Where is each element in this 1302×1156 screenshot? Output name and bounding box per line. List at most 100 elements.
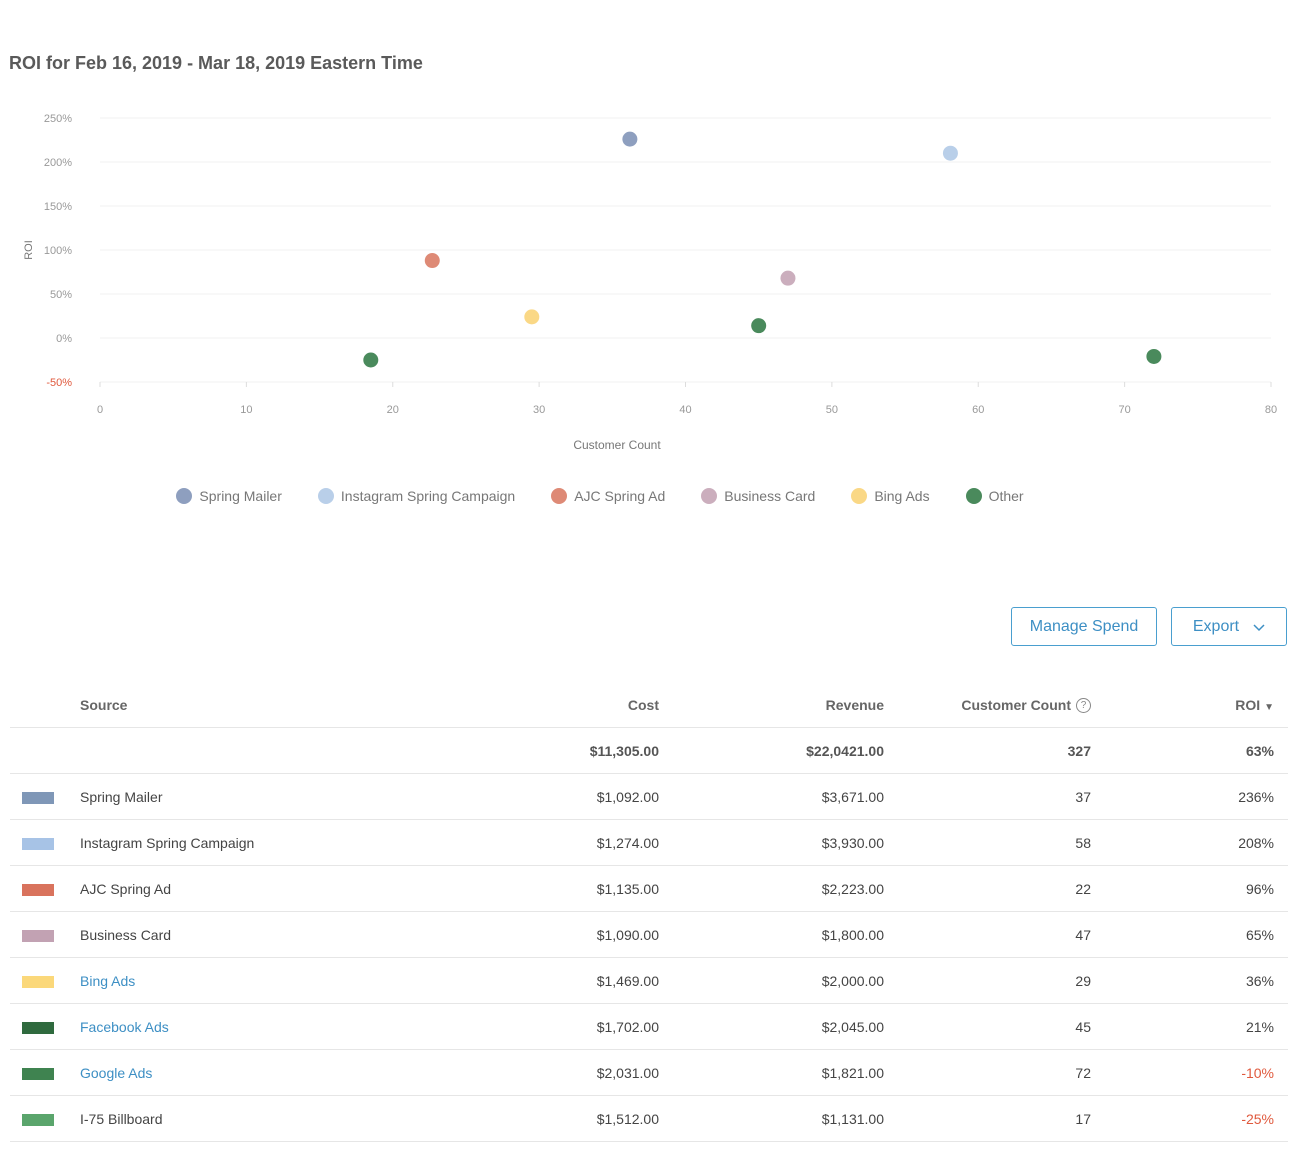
legend-swatch (176, 488, 193, 504)
roi-table: Source Cost Revenue Customer Count? ROI ▼… (10, 683, 1288, 1142)
y-tick-label: 150% (44, 201, 72, 213)
customer-count-cell: 37 (884, 773, 1091, 820)
y-tick-label: 50% (50, 289, 72, 301)
y-tick-label: 0% (56, 333, 72, 345)
x-tick-label: 10 (240, 404, 252, 416)
legend-label: Spring Mailer (199, 488, 282, 504)
x-tick-label: 60 (972, 404, 984, 416)
export-label: Export (1192, 617, 1240, 635)
x-tick-label: 70 (1119, 404, 1131, 416)
color-swatch (22, 883, 54, 896)
source-cell: I-75 Billboard (80, 1095, 529, 1142)
data-point[interactable] (751, 318, 767, 334)
customer-count-header[interactable]: Customer Count? (884, 683, 1091, 728)
source-cell[interactable]: Google Ads (80, 1049, 529, 1096)
roi-cell: 65% (1091, 911, 1288, 958)
table-row: AJC Spring Ad $1,135.00 $2,223.00 22 96% (10, 865, 1288, 912)
table-header-row: Source Cost Revenue Customer Count? ROI ▼ (10, 683, 1288, 728)
revenue-cell: $1,821.00 (659, 1049, 884, 1096)
totals-row: $11,305.00 $22,0421.00 327 63% (10, 727, 1288, 774)
color-swatch (22, 837, 54, 850)
help-icon[interactable]: ? (1076, 698, 1091, 714)
cost-cell: $1,135.00 (529, 865, 659, 912)
roi-cell: 96% (1091, 865, 1288, 912)
cost-cell: $1,092.00 (529, 773, 659, 820)
cost-cell: $1,274.00 (529, 819, 659, 866)
source-cell: Instagram Spring Campaign (80, 819, 529, 866)
customer-count-cell: 22 (884, 865, 1091, 912)
color-swatch (22, 1067, 54, 1080)
export-button[interactable]: Export (1171, 607, 1287, 646)
data-point[interactable] (363, 352, 379, 368)
total-customer-count: 327 (884, 727, 1091, 774)
y-axis-title: ROI (23, 240, 35, 260)
roi-cell: 21% (1091, 1003, 1288, 1050)
revenue-cell: $1,131.00 (659, 1095, 884, 1142)
legend-item[interactable]: AJC Spring Ad (551, 488, 665, 504)
customer-count-cell: 58 (884, 819, 1091, 866)
revenue-cell: $3,671.00 (659, 773, 884, 820)
source-cell[interactable]: Bing Ads (80, 957, 529, 1004)
roi-header[interactable]: ROI ▼ (1091, 683, 1288, 728)
data-point[interactable] (622, 131, 638, 147)
manage-spend-label: Manage Spend (1029, 617, 1139, 635)
table-row: Facebook Ads $1,702.00 $2,045.00 45 21% (10, 1003, 1288, 1050)
source-header[interactable]: Source (80, 683, 529, 728)
customer-count-cell: 17 (884, 1095, 1091, 1142)
cost-cell: $1,512.00 (529, 1095, 659, 1142)
legend-item[interactable]: Bing Ads (851, 488, 930, 504)
source-cell: AJC Spring Ad (80, 865, 529, 912)
revenue-header[interactable]: Revenue (659, 683, 884, 728)
legend-swatch (965, 488, 982, 504)
legend-label: Business Card (724, 488, 816, 504)
legend-item[interactable]: Spring Mailer (176, 488, 282, 504)
legend-item[interactable]: Other (965, 488, 1024, 504)
data-point[interactable] (424, 253, 440, 269)
legend-swatch (317, 488, 334, 504)
customer-count-cell: 72 (884, 1049, 1091, 1096)
data-point[interactable] (942, 145, 958, 161)
cost-header[interactable]: Cost (529, 683, 659, 728)
table-row: I-75 Billboard $1,512.00 $1,131.00 17 -25% (10, 1095, 1288, 1142)
customer-count-cell: 29 (884, 957, 1091, 1004)
table-row: Instagram Spring Campaign $1,274.00 $3,930… (10, 819, 1288, 866)
roi-cell: -25% (1091, 1095, 1288, 1142)
y-tick-label: 250% (44, 113, 72, 125)
cost-cell: $1,090.00 (529, 911, 659, 958)
source-cell: Spring Mailer (80, 773, 529, 820)
roi-cell: 208% (1091, 819, 1288, 866)
revenue-cell: $2,223.00 (659, 865, 884, 912)
color-swatch (22, 929, 54, 942)
y-tick-label: 100% (44, 245, 72, 257)
legend-label: AJC Spring Ad (574, 488, 666, 504)
revenue-cell: $3,930.00 (659, 819, 884, 866)
revenue-cell: $2,045.00 (659, 1003, 884, 1050)
source-cell[interactable]: Facebook Ads (80, 1003, 529, 1050)
sort-desc-icon[interactable]: ▼ (1264, 702, 1274, 713)
chevron-down-icon (1253, 623, 1265, 631)
legend-item[interactable]: Instagram Spring Campaign (317, 488, 516, 504)
data-point[interactable] (524, 309, 540, 325)
data-point[interactable] (780, 270, 796, 286)
table-row: Google Ads $2,031.00 $1,821.00 72 -10% (10, 1049, 1288, 1096)
legend-swatch (551, 488, 568, 504)
x-tick-label: 0 (97, 404, 103, 416)
total-cost: $11,305.00 (529, 727, 659, 774)
legend-item[interactable]: Business Card (701, 488, 815, 504)
cost-cell: $1,702.00 (529, 1003, 659, 1050)
swatch-header (10, 683, 80, 728)
legend-swatch (701, 488, 718, 504)
manage-spend-button[interactable]: Manage Spend (1011, 607, 1157, 646)
data-point[interactable] (1146, 348, 1162, 364)
roi-cell: 36% (1091, 957, 1288, 1004)
legend-label: Instagram Spring Campaign (340, 488, 516, 504)
x-tick-label: 40 (679, 404, 691, 416)
roi-cell: 236% (1091, 773, 1288, 820)
legend-label: Bing Ads (874, 488, 930, 504)
cost-cell: $1,469.00 (529, 957, 659, 1004)
table-row: Spring Mailer $1,092.00 $3,671.00 37 236% (10, 773, 1288, 820)
total-roi: 63% (1091, 727, 1288, 774)
color-swatch (22, 975, 54, 988)
legend-label: Other (988, 488, 1024, 504)
revenue-cell: $2,000.00 (659, 957, 884, 1004)
